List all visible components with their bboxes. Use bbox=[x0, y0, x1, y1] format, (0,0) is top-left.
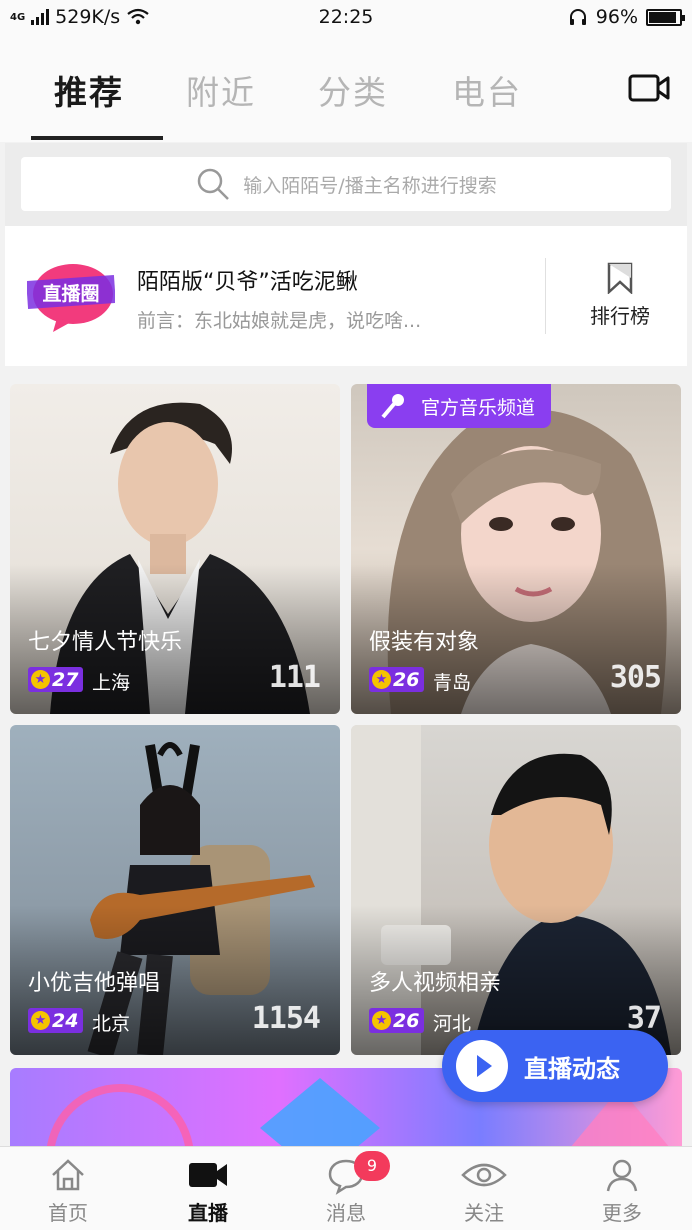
star-icon: ★ bbox=[31, 1011, 50, 1030]
bookmark-icon bbox=[607, 262, 633, 294]
active-tab-indicator bbox=[31, 136, 163, 140]
battery-percent: 96% bbox=[595, 6, 638, 28]
level-value: 26 bbox=[393, 1009, 420, 1032]
live-room-card[interactable]: 七夕情人节快乐 ★ 27 上海 111 bbox=[10, 384, 340, 714]
nav-messages-label: 消息 bbox=[326, 1201, 366, 1225]
home-icon bbox=[52, 1159, 84, 1191]
search-placeholder: 输入陌陌号/播主名称进行搜索 bbox=[243, 174, 497, 197]
search-area: 输入陌陌号/播主名称进行搜索 bbox=[5, 143, 687, 226]
bottom-nav: 首页 直播 消息 9 关注 更多 bbox=[0, 1146, 692, 1230]
card-title: 七夕情人节快乐 bbox=[28, 630, 183, 655]
nav-follow-label: 关注 bbox=[464, 1201, 504, 1225]
live-room-card[interactable]: 官方音乐频道 假装有对象 ★ 26 青岛 305 bbox=[351, 384, 681, 714]
nav-more[interactable]: 更多 bbox=[572, 1155, 672, 1226]
nav-follow[interactable]: 关注 bbox=[434, 1155, 534, 1226]
search-input[interactable]: 输入陌陌号/播主名称进行搜索 bbox=[21, 157, 671, 211]
card-city: 上海 bbox=[92, 672, 131, 694]
promo-title: 陌陌版“贝爷”活吃泥鳅 bbox=[137, 270, 358, 295]
viewer-count: 1154 bbox=[251, 1001, 321, 1036]
headphones-icon bbox=[569, 9, 586, 25]
star-icon: ★ bbox=[372, 670, 391, 689]
microphone-icon bbox=[381, 394, 404, 419]
card-title: 假装有对象 bbox=[369, 630, 480, 655]
status-right: 96% bbox=[568, 6, 685, 28]
tab-recommend[interactable]: 推荐 bbox=[54, 66, 124, 114]
level-badge: ★ 24 bbox=[28, 1008, 83, 1033]
nav-messages[interactable]: 消息 9 bbox=[296, 1151, 396, 1226]
music-channel-tag[interactable]: 官方音乐频道 bbox=[367, 384, 552, 428]
video-camera-icon bbox=[189, 1163, 227, 1187]
nav-live[interactable]: 直播 bbox=[158, 1155, 258, 1226]
promo-subtitle: 前言：东北姑娘就是虎，说吃啥... bbox=[137, 310, 422, 332]
card-title: 小优吉他弹唱 bbox=[28, 971, 161, 996]
live-circle-logo: 直播圈 bbox=[27, 264, 115, 332]
music-tag-label: 官方音乐频道 bbox=[421, 396, 536, 419]
star-icon: ★ bbox=[31, 670, 50, 689]
card-title: 多人视频相亲 bbox=[369, 971, 502, 996]
unread-badge: 9 bbox=[354, 1151, 390, 1181]
battery-icon bbox=[646, 8, 685, 26]
svg-text:直播圈: 直播圈 bbox=[42, 282, 99, 305]
tab-nearby[interactable]: 附近 bbox=[186, 66, 256, 114]
viewer-count: 111 bbox=[268, 660, 321, 695]
eye-icon bbox=[461, 1163, 507, 1187]
nav-home-label: 首页 bbox=[48, 1201, 88, 1225]
nav-live-label: 直播 bbox=[188, 1201, 228, 1225]
tab-category[interactable]: 分类 bbox=[318, 66, 388, 114]
live-room-card[interactable]: 多人视频相亲 ★ 26 河北 37 bbox=[351, 725, 681, 1055]
leaderboard-label: 排行榜 bbox=[590, 304, 650, 328]
live-room-card[interactable]: 小优吉他弹唱 ★ 24 北京 1154 bbox=[10, 725, 340, 1055]
battery-fill bbox=[649, 11, 676, 23]
person-icon bbox=[606, 1159, 638, 1192]
live-feed-button[interactable]: 直播动态 bbox=[442, 1030, 668, 1102]
level-value: 24 bbox=[52, 1009, 79, 1032]
play-icon bbox=[456, 1040, 508, 1092]
status-bar: 4G 529K/s 22:25 96% bbox=[0, 0, 692, 36]
header: 推荐 附近 分类 电台 bbox=[0, 36, 692, 142]
star-icon: ★ bbox=[372, 1011, 391, 1030]
card-city: 青岛 bbox=[433, 672, 472, 694]
level-badge: ★ 26 bbox=[369, 667, 424, 692]
search-icon bbox=[198, 168, 230, 200]
live-feed-label: 直播动态 bbox=[524, 1054, 620, 1083]
leaderboard-button[interactable]: 排行榜 bbox=[565, 262, 675, 332]
nav-more-label: 更多 bbox=[602, 1201, 642, 1225]
level-value: 26 bbox=[393, 668, 420, 691]
level-badge: ★ 26 bbox=[369, 1008, 424, 1033]
viewer-count: 305 bbox=[609, 660, 662, 695]
video-camera-icon[interactable] bbox=[628, 72, 670, 104]
live-circle-promo[interactable]: 直播圈 陌陌版“贝爷”活吃泥鳅 前言：东北姑娘就是虎，说吃啥... 排行榜 bbox=[5, 226, 687, 366]
level-value: 27 bbox=[52, 668, 79, 691]
nav-home[interactable]: 首页 bbox=[18, 1155, 118, 1226]
card-city: 北京 bbox=[92, 1013, 131, 1035]
level-badge: ★ 27 bbox=[28, 667, 83, 692]
tab-radio[interactable]: 电台 bbox=[452, 66, 522, 114]
divider bbox=[545, 258, 546, 334]
